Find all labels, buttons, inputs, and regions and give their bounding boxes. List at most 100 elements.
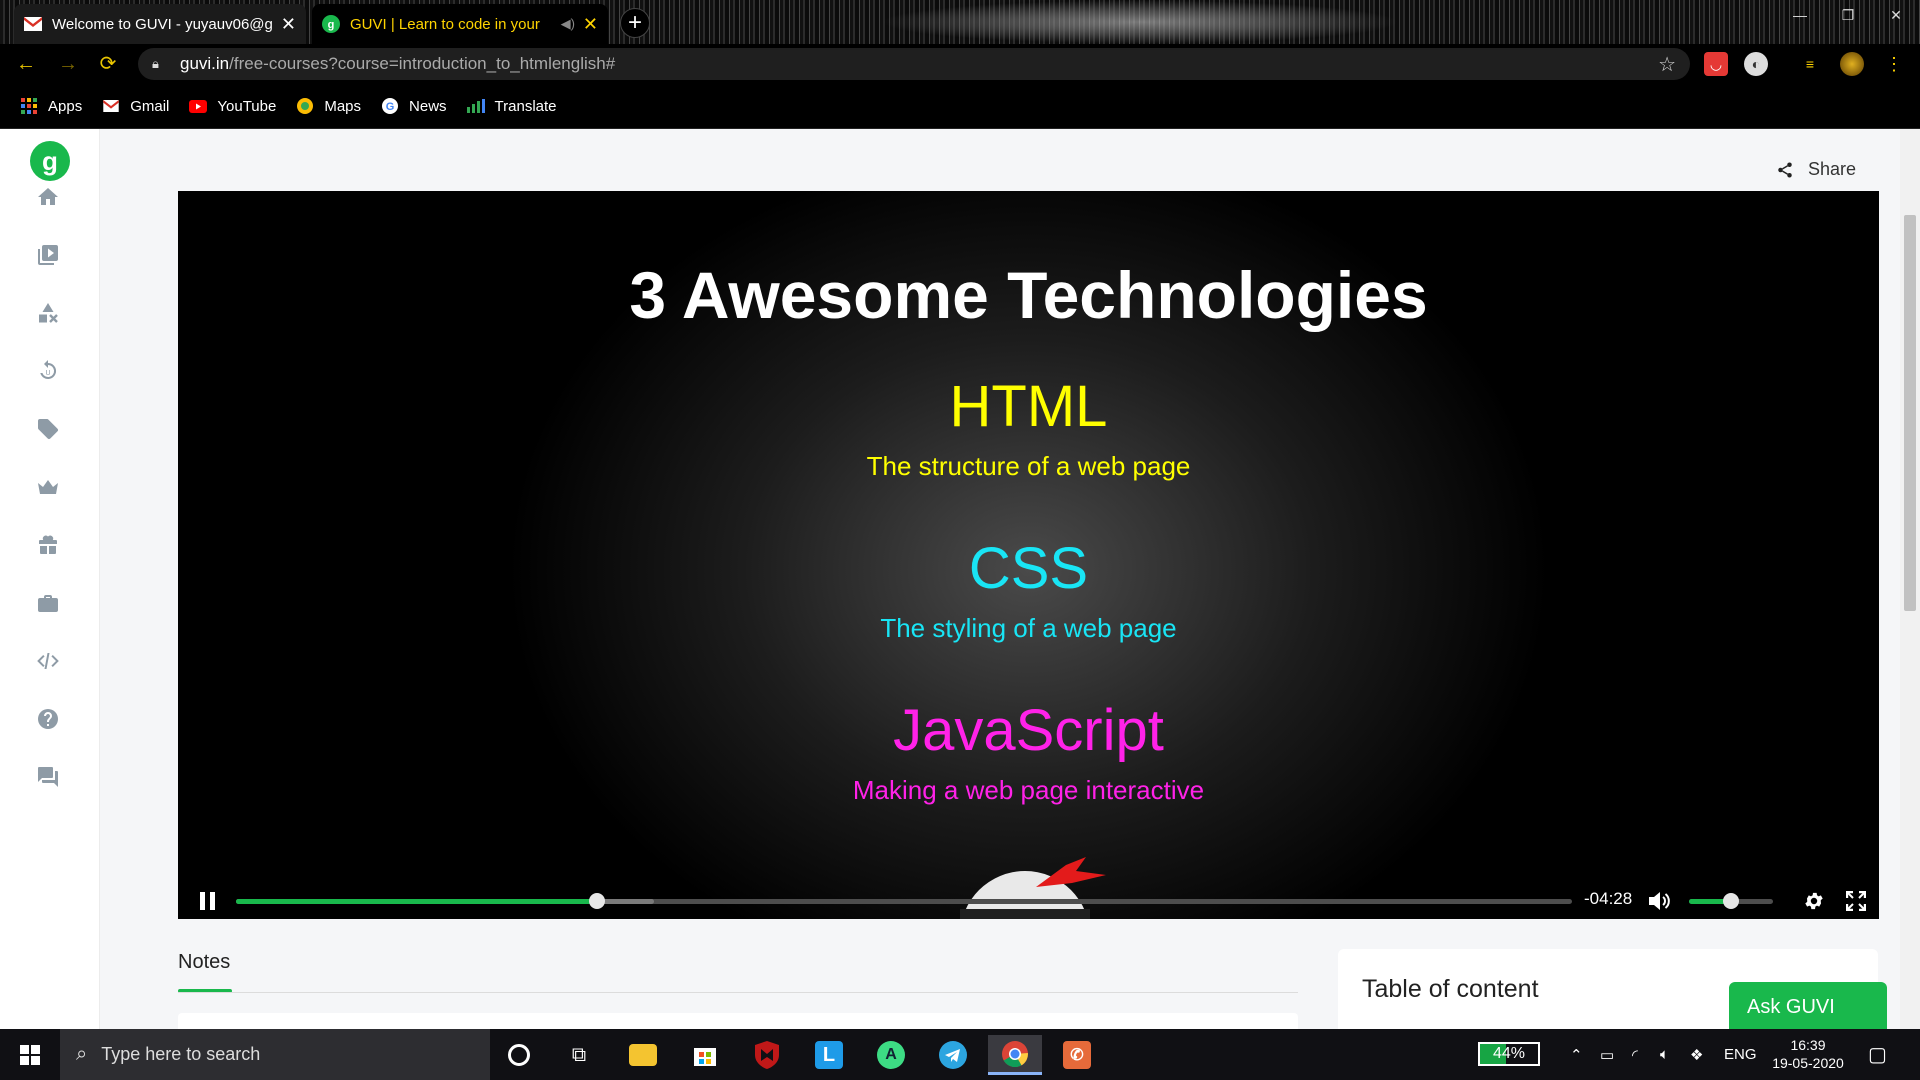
bookmark-label: News bbox=[409, 97, 447, 115]
forum-icon[interactable] bbox=[32, 761, 64, 793]
share-button[interactable]: Share bbox=[1776, 159, 1856, 180]
video-library-icon[interactable] bbox=[32, 239, 64, 271]
apps-grid-icon bbox=[20, 97, 38, 115]
settings-gear-icon[interactable] bbox=[1802, 889, 1826, 913]
bookmark-youtube[interactable]: YouTube bbox=[189, 97, 276, 115]
scrollbar-thumb[interactable] bbox=[1904, 215, 1916, 611]
slide-item-html-desc: The structure of a web page bbox=[866, 451, 1191, 481]
tab-notes[interactable]: Notes bbox=[178, 951, 230, 974]
android-studio-icon[interactable]: A bbox=[864, 1035, 918, 1075]
whatsapp-icon[interactable]: ✆ bbox=[1050, 1035, 1104, 1075]
youtube-icon bbox=[189, 97, 208, 115]
file-explorer-icon[interactable] bbox=[616, 1035, 670, 1075]
crown-icon[interactable] bbox=[32, 471, 64, 503]
chrome-menu-icon[interactable]: ⋮ bbox=[1882, 52, 1906, 76]
new-tab-button[interactable]: + bbox=[620, 8, 650, 38]
fullscreen-icon[interactable] bbox=[1844, 889, 1868, 913]
briefcase-icon[interactable] bbox=[32, 587, 64, 619]
mcafee-icon[interactable] bbox=[740, 1035, 794, 1075]
video-player[interactable]: 3 Awesome Technologies HTML The structur… bbox=[178, 191, 1879, 919]
reading-list-icon[interactable]: ≡ bbox=[1798, 52, 1822, 76]
windows-taskbar: ⌕ Type here to search ⧉ L A ✆ 44% ⌃ ▭ ◜ … bbox=[0, 1029, 1920, 1080]
translate-icon bbox=[466, 97, 485, 115]
pocket-extension-icon[interactable]: ◡ bbox=[1704, 52, 1728, 76]
search-placeholder: Type here to search bbox=[101, 1044, 261, 1064]
microsoft-store-icon[interactable] bbox=[678, 1035, 732, 1075]
close-tab-icon[interactable]: ✕ bbox=[583, 14, 598, 35]
gift-icon[interactable] bbox=[32, 529, 64, 561]
tab-title: Welcome to GUVI - yuyauv06@g bbox=[52, 15, 273, 33]
seek-bar[interactable] bbox=[236, 893, 1572, 909]
speaker-icon[interactable]: 🔈︎ bbox=[1660, 1029, 1669, 1080]
telegram-icon[interactable] bbox=[926, 1035, 980, 1075]
browser-toolbar: ← → ⟳ 🔒︎ guvi.in /free-courses?course=in… bbox=[0, 44, 1920, 84]
bookmark-gmail[interactable]: Gmail bbox=[102, 97, 169, 115]
wifi-icon[interactable]: ◜ bbox=[1632, 1029, 1638, 1080]
bookmark-star-icon[interactable]: ☆ bbox=[1658, 52, 1676, 77]
lock-icon[interactable]: 🔒︎ bbox=[152, 56, 168, 72]
code-icon[interactable] bbox=[32, 645, 64, 677]
bookmark-maps[interactable]: Maps bbox=[296, 97, 361, 115]
clock-time: 16:39 bbox=[1790, 1037, 1826, 1053]
profile-avatar[interactable] bbox=[1840, 52, 1864, 76]
bookmark-apps[interactable]: Apps bbox=[20, 97, 82, 115]
extension-icon[interactable]: ◐ bbox=[1744, 52, 1768, 76]
bookmark-label: YouTube bbox=[217, 97, 277, 115]
bookmark-translate[interactable]: Translate bbox=[466, 97, 557, 115]
task-view-icon[interactable]: ⧉ bbox=[552, 1035, 606, 1075]
share-label: Share bbox=[1808, 159, 1857, 179]
slide-item-css: CSS bbox=[968, 536, 1089, 601]
dropbox-icon[interactable]: ❖ bbox=[1690, 1029, 1703, 1080]
page-scrollbar[interactable] bbox=[1900, 129, 1920, 1029]
reload-icon[interactable]: ⟳ bbox=[96, 52, 120, 76]
tab-title: GUVI | Learn to code in your bbox=[350, 15, 540, 33]
guvi-course-page: g U Share 3 Awesome Technologies HTML Th… bbox=[0, 129, 1900, 1069]
restore-icon[interactable]: ❐ bbox=[1824, 0, 1872, 30]
gmail-icon bbox=[24, 15, 42, 33]
home-icon[interactable] bbox=[32, 181, 64, 213]
slide-item-css-desc: The styling of a web page bbox=[880, 613, 1177, 643]
slide-item-javascript: JavaScript bbox=[893, 698, 1164, 763]
ask-guvi-button[interactable]: Ask GUVI bbox=[1729, 982, 1887, 1032]
forward-arrow-icon[interactable]: → bbox=[56, 52, 80, 76]
volume-slider[interactable] bbox=[1689, 893, 1773, 909]
speaker-icon[interactable]: ◀) bbox=[561, 16, 575, 32]
close-tab-icon[interactable]: ✕ bbox=[281, 14, 296, 35]
bookmark-label: Gmail bbox=[130, 97, 170, 115]
system-clock[interactable]: 16:39 19-05-2020 bbox=[1762, 1036, 1854, 1072]
url-host: guvi.in bbox=[180, 54, 230, 73]
bookmark-news[interactable]: G News bbox=[381, 97, 447, 115]
chrome-taskbar-icon[interactable] bbox=[988, 1035, 1042, 1075]
tab-gmail[interactable]: Welcome to GUVI - yuyauv06@g ✕ bbox=[14, 4, 306, 44]
battery-indicator[interactable]: 44% bbox=[1478, 1042, 1540, 1066]
share-icon bbox=[1778, 162, 1792, 177]
windows-start-icon[interactable] bbox=[0, 1029, 60, 1080]
cortana-icon[interactable] bbox=[492, 1035, 546, 1075]
tab-guvi[interactable]: g GUVI | Learn to code in your ◀) ✕ bbox=[312, 4, 608, 44]
video-frame: 3 Awesome Technologies HTML The structur… bbox=[178, 191, 1879, 919]
close-window-icon[interactable]: ✕ bbox=[1872, 0, 1920, 30]
minimize-icon[interactable]: — bbox=[1776, 0, 1824, 30]
input-language[interactable]: ENG bbox=[1724, 1029, 1757, 1080]
battery-icon[interactable]: ▭ bbox=[1600, 1029, 1614, 1080]
category-icon[interactable] bbox=[32, 297, 64, 329]
maps-icon bbox=[296, 97, 314, 115]
notifications-icon[interactable]: ▢ bbox=[1868, 1029, 1887, 1080]
l-app-icon[interactable]: L bbox=[802, 1035, 856, 1075]
volume-handle[interactable] bbox=[1723, 893, 1739, 909]
battery-percent: 44% bbox=[1492, 1045, 1526, 1062]
address-bar[interactable]: 🔒︎ guvi.in /free-courses?course=introduc… bbox=[138, 48, 1690, 80]
tag-icon[interactable] bbox=[32, 413, 64, 445]
gmail-icon bbox=[102, 97, 120, 115]
volume-icon[interactable] bbox=[1648, 889, 1672, 913]
help-icon[interactable] bbox=[32, 703, 64, 735]
show-hidden-icons-icon[interactable]: ⌃ bbox=[1570, 1029, 1583, 1080]
back-arrow-icon[interactable]: ← bbox=[14, 52, 38, 76]
browser-tab-strip: Welcome to GUVI - yuyauv06@g ✕ g GUVI | … bbox=[0, 0, 1920, 44]
practice-icon[interactable]: U bbox=[32, 355, 64, 387]
pause-icon[interactable] bbox=[198, 891, 218, 911]
theme-artwork bbox=[880, 0, 1400, 44]
seek-handle[interactable] bbox=[588, 893, 605, 909]
taskbar-search-box[interactable]: ⌕ Type here to search bbox=[60, 1029, 490, 1080]
guvi-logo[interactable]: g bbox=[30, 141, 70, 181]
